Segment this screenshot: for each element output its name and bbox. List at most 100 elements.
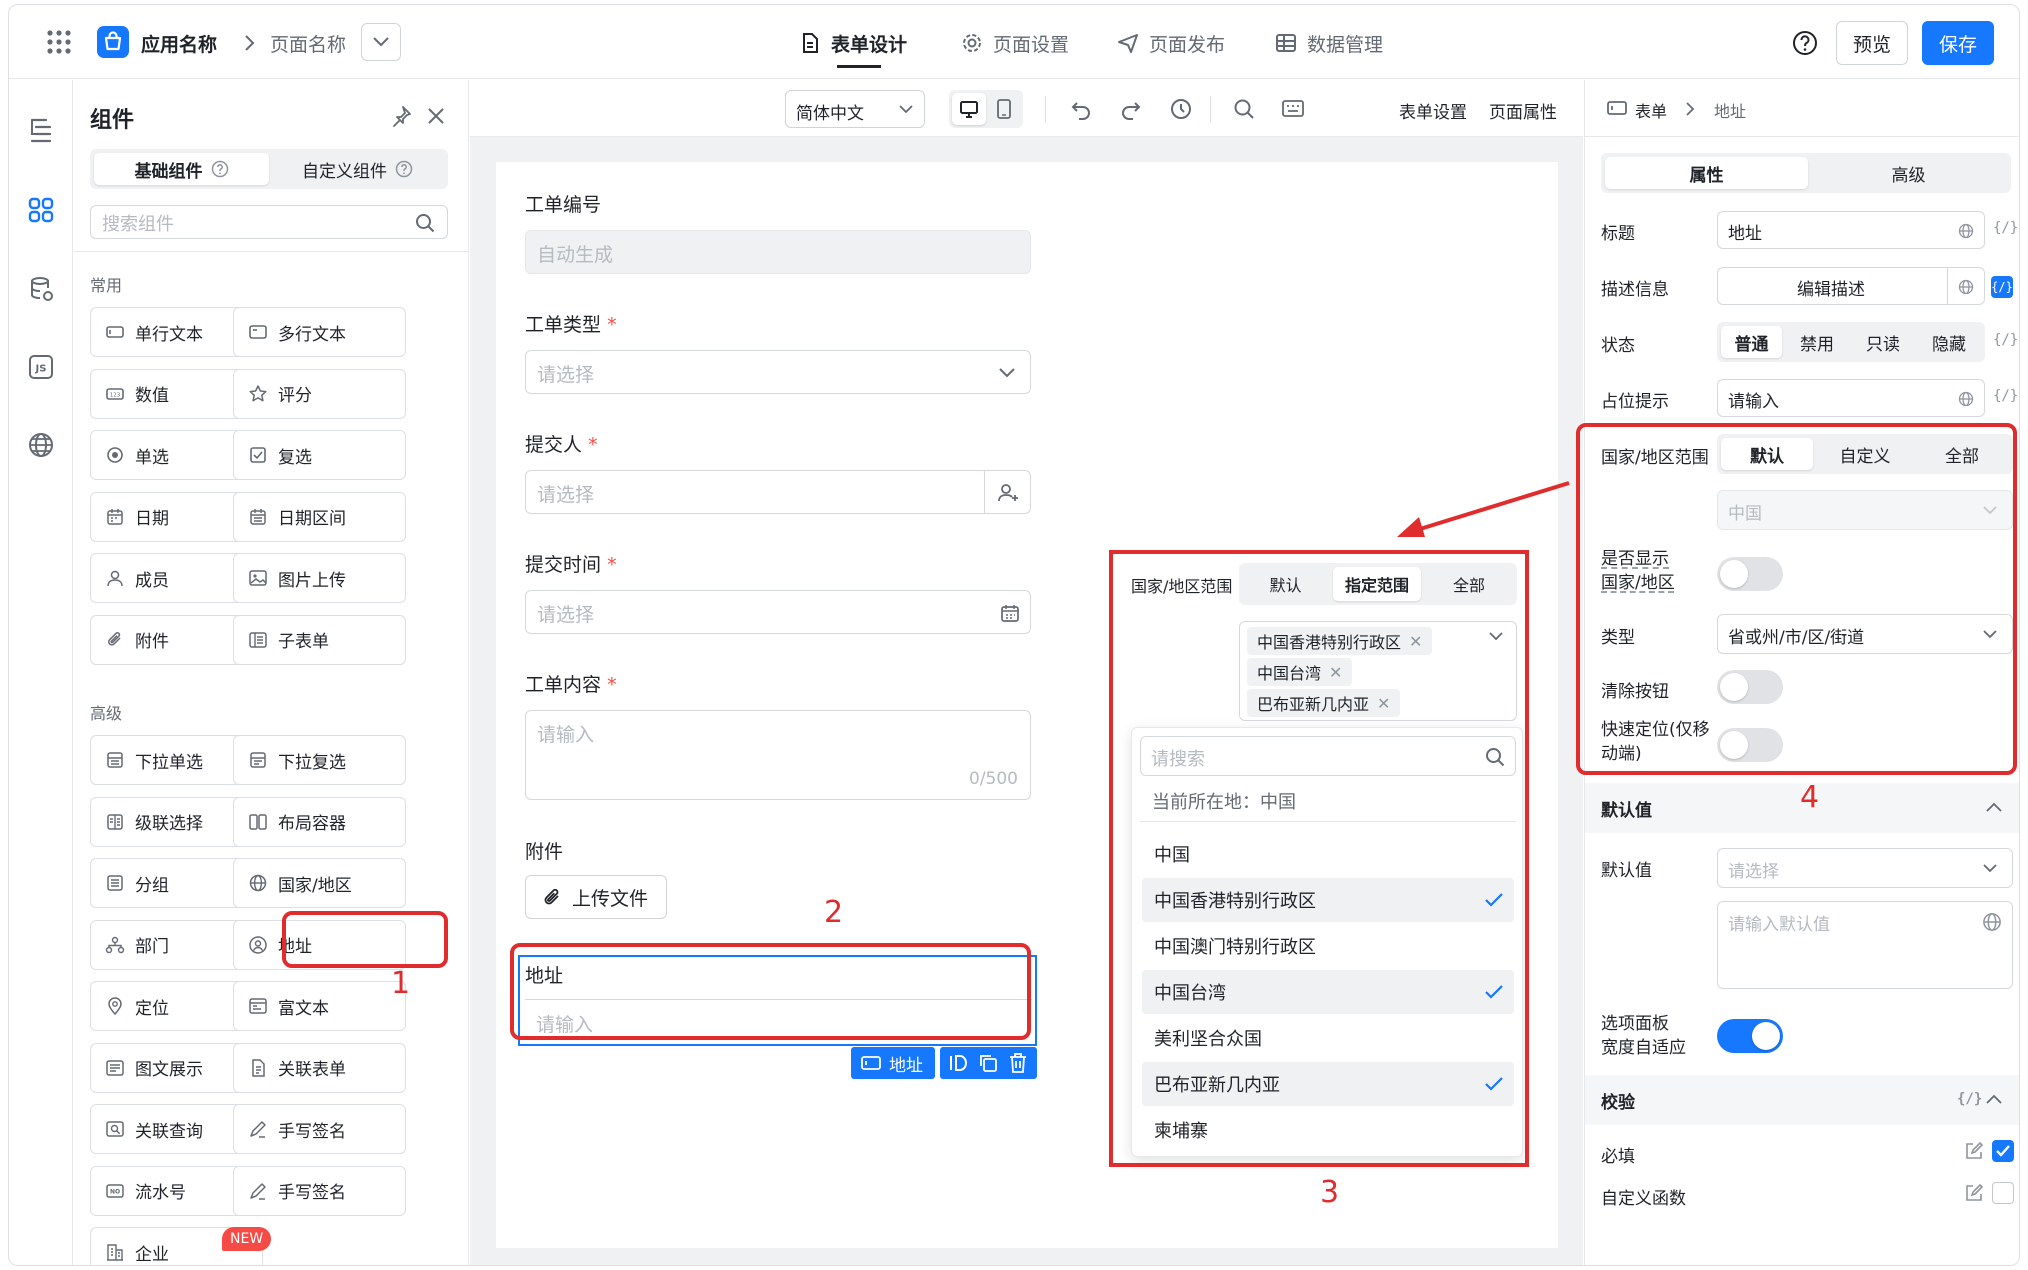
component-card[interactable]: 关联表单: [233, 1042, 406, 1093]
default-value-textarea[interactable]: 请输入默认值: [1717, 901, 2013, 989]
close-icon[interactable]: [426, 106, 446, 126]
component-card[interactable]: 布局容器: [233, 796, 406, 847]
save-button[interactable]: 保存: [1922, 21, 1994, 65]
redo-icon[interactable]: [1120, 98, 1142, 120]
tab-page-publish[interactable]: 页面发布: [1117, 19, 1225, 67]
tab-form-design[interactable]: 表单设计: [799, 19, 907, 67]
custom-function-checkbox[interactable]: [1992, 1182, 2014, 1204]
annotation-box-1: [282, 911, 448, 968]
placeholder-input[interactable]: 请输入: [1717, 379, 1985, 417]
component-card[interactable]: 手写签名: [233, 1165, 406, 1216]
status-segmented: 普通 禁用 只读 隐藏: [1717, 322, 1985, 362]
components-icon[interactable]: [28, 197, 54, 223]
tab-custom-components[interactable]: 自定义组件: [271, 153, 444, 185]
tab-data-management[interactable]: 数据管理: [1275, 19, 1383, 67]
component-card-label: 手写签名: [278, 1183, 346, 1203]
component-card-label: 定位: [135, 998, 169, 1019]
validation-section-header[interactable]: 校验 {/}: [1585, 1075, 2019, 1125]
component-card-label: 单行文本: [135, 324, 203, 345]
preview-button[interactable]: 预览: [1836, 21, 1908, 65]
mobile-icon[interactable]: [996, 99, 1012, 119]
submit-time-picker[interactable]: 请选择: [525, 590, 1031, 634]
search-icon[interactable]: [1233, 98, 1255, 120]
expression-icon[interactable]: {/}: [1993, 332, 2018, 348]
globe-icon[interactable]: [28, 432, 54, 458]
tab-advanced[interactable]: 高级: [1810, 157, 2007, 189]
component-card[interactable]: 图片上传: [233, 553, 406, 603]
component-card[interactable]: 多行文本: [233, 307, 406, 357]
page-properties-link[interactable]: 页面属性: [1489, 98, 1557, 123]
keyboard-icon[interactable]: [1282, 99, 1304, 119]
component-card[interactable]: 国家/地区: [233, 858, 406, 908]
status-hidden[interactable]: 隐藏: [1917, 326, 1981, 358]
breadcrumb-form[interactable]: 表单: [1635, 98, 1667, 122]
rich-text-icon: [249, 998, 267, 1014]
component-card[interactable]: 评分: [233, 368, 406, 419]
history-icon[interactable]: [1170, 98, 1192, 120]
upload-file-button[interactable]: 上传文件: [525, 875, 667, 919]
form-settings-link[interactable]: 表单设置: [1399, 98, 1467, 123]
adaptive-width-toggle[interactable]: [1717, 1019, 1783, 1053]
id-icon[interactable]: [948, 1054, 968, 1072]
component-card-label: 下拉单选: [135, 752, 203, 773]
pin-icon[interactable]: [390, 105, 412, 127]
component-card[interactable]: 手写签名: [233, 1104, 406, 1154]
outline-tree-icon[interactable]: [29, 117, 53, 143]
component-search-input[interactable]: 搜索组件: [90, 205, 448, 239]
component-card[interactable]: 复选: [233, 430, 406, 480]
svg-text:123: 123: [110, 392, 121, 398]
divider: [984, 471, 985, 513]
component-card[interactable]: 富文本: [233, 981, 406, 1031]
copy-icon[interactable]: [978, 1053, 998, 1073]
component-card-label: 下拉复选: [278, 752, 346, 773]
tab-basic-components[interactable]: 基础组件: [94, 153, 269, 185]
document-icon: [803, 33, 818, 53]
svg-text:NO: NO: [110, 1188, 120, 1195]
component-card[interactable]: 日期区间: [233, 491, 406, 542]
status-readonly[interactable]: 只读: [1851, 326, 1915, 358]
expression-icon[interactable]: {/}: [1993, 220, 2018, 236]
js-code-icon[interactable]: JS: [28, 354, 54, 380]
page-name[interactable]: 页面名称: [270, 30, 346, 57]
edit-description-button[interactable]: 编辑描述: [1717, 267, 1985, 305]
breadcrumb-chevron-icon: [245, 35, 255, 51]
component-card-label: 图文展示: [135, 1060, 203, 1080]
trash-icon[interactable]: [1008, 1052, 1028, 1074]
globe-icon[interactable]: [1958, 391, 1974, 407]
divider: [74, 251, 469, 252]
app-grid-icon[interactable]: [46, 29, 72, 55]
component-card[interactable]: 子表单: [233, 614, 406, 665]
edit-icon[interactable]: [1964, 1141, 1984, 1161]
content-textarea[interactable]: 请输入 0/500: [525, 710, 1031, 800]
status-disabled[interactable]: 禁用: [1785, 326, 1849, 358]
submitter-select[interactable]: 请选择: [525, 470, 1031, 514]
language-select[interactable]: 简体中文: [785, 90, 925, 128]
expression-active-icon[interactable]: {/}: [1991, 276, 2013, 298]
edit-icon[interactable]: [1964, 1183, 1984, 1203]
expression-icon[interactable]: {/}: [1957, 1091, 1982, 1107]
default-value-select[interactable]: 请选择: [1717, 848, 2013, 888]
expression-icon[interactable]: {/}: [1993, 388, 2018, 404]
component-card-label: 图片上传: [278, 570, 346, 591]
chevron-up-icon: [1986, 802, 2002, 812]
add-user-icon[interactable]: [996, 481, 1020, 505]
globe-icon[interactable]: [1958, 223, 1974, 239]
location-pin-icon: [108, 997, 122, 1016]
desktop-mode-button[interactable]: [952, 93, 986, 125]
component-card[interactable]: 下拉复选: [233, 735, 406, 785]
globe-icon[interactable]: [1958, 279, 1974, 295]
globe-icon[interactable]: [1982, 912, 2002, 932]
help-icon[interactable]: [1792, 30, 1818, 56]
selected-component-tag: 地址: [851, 1047, 935, 1079]
required-checkbox[interactable]: [1992, 1140, 2014, 1162]
page-switch-button[interactable]: [361, 23, 401, 61]
status-normal[interactable]: 普通: [1721, 326, 1782, 358]
data-source-icon[interactable]: [29, 276, 55, 304]
undo-icon[interactable]: [1070, 98, 1092, 120]
ticket-type-select[interactable]: 请选择: [525, 350, 1031, 394]
app-name[interactable]: 应用名称: [141, 30, 217, 57]
tab-page-settings[interactable]: 页面设置: [961, 19, 1069, 67]
building-icon: [107, 1244, 123, 1261]
tab-properties[interactable]: 属性: [1605, 157, 1808, 189]
title-input[interactable]: 地址: [1717, 211, 1985, 249]
